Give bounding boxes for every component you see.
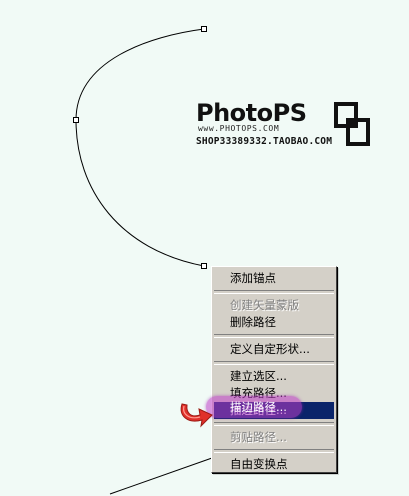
- menu-separator: [214, 449, 334, 453]
- menu-item-delete-path[interactable]: 删除路径: [212, 314, 336, 331]
- menu-item-add-anchor[interactable]: 添加锚点: [212, 270, 336, 287]
- menu-separator: [214, 422, 334, 426]
- menu-item-free-transform-points[interactable]: 自由变换点: [212, 456, 336, 473]
- logo-brand: PhotoPS: [196, 99, 307, 127]
- menu-item-define-custom-shape[interactable]: 定义自定形状...: [212, 341, 336, 358]
- menu-separator: [214, 361, 334, 365]
- anchor-point-top[interactable]: [201, 26, 207, 32]
- logo-shop: SHOP33389332.TAOBAO.COM: [196, 136, 333, 147]
- anchor-point-bottom[interactable]: [201, 263, 207, 269]
- curved-arrow-icon: [180, 403, 213, 428]
- menu-item-clipping-path: 剪贴路径...: [230, 430, 287, 444]
- path-curve: [75, 28, 205, 267]
- path-context-menu: 添加锚点 创建矢量蒙版 删除路径 定义自定形状... 建立选区... 填充路径.…: [211, 266, 337, 473]
- highlighted-item-label: 描边路径...: [230, 400, 287, 414]
- path-lower-segment: [109, 457, 213, 495]
- interlocked-squares-icon: [334, 102, 370, 146]
- menu-separator: [214, 290, 334, 294]
- menu-separator: [214, 334, 334, 338]
- menu-item-make-selection[interactable]: 建立选区...: [212, 368, 336, 385]
- menu-item-create-vector-mask: 创建矢量蒙版: [230, 298, 299, 312]
- photops-logo: PhotoPS www.PHOTOPS.COM SHOP33389332.TAO…: [194, 100, 374, 156]
- anchor-point-left[interactable]: [73, 117, 79, 123]
- logo-url: www.PHOTOPS.COM: [198, 124, 280, 133]
- document-canvas[interactable]: PhotoPS www.PHOTOPS.COM SHOP33389332.TAO…: [0, 0, 409, 496]
